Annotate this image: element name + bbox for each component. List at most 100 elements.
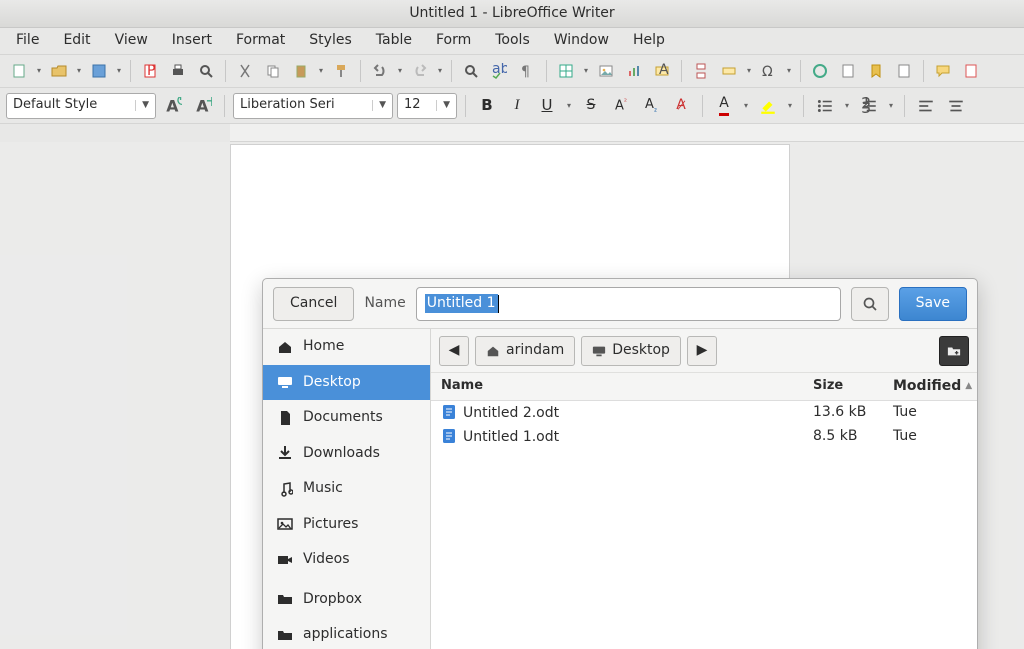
new-drop[interactable]: ▾ [34,58,44,84]
clone-formatting-icon[interactable] [328,58,354,84]
paste-icon[interactable] [288,58,314,84]
image-icon[interactable] [593,58,619,84]
place-music[interactable]: Music [263,471,430,507]
path-segment-home[interactable]: arindam [475,336,575,366]
copy-icon[interactable] [260,58,286,84]
open-drop[interactable]: ▾ [74,58,84,84]
odt-file-icon [441,404,457,420]
new-icon[interactable] [6,58,32,84]
place-dropbox[interactable]: Dropbox [263,582,430,618]
chart-icon[interactable] [621,58,647,84]
menu-window[interactable]: Window [544,29,619,53]
comment-icon[interactable] [930,58,956,84]
new-folder-button[interactable] [939,336,969,366]
symbol-icon[interactable]: Ω [756,58,782,84]
menu-format[interactable]: Format [226,29,295,53]
places-sidebar: Home Desktop Documents Downloads [263,329,431,649]
menu-table[interactable]: Table [366,29,422,53]
hyperlink-icon[interactable] [807,58,833,84]
bold-button[interactable]: B [474,93,500,119]
bookmark-icon[interactable] [863,58,889,84]
update-style-icon[interactable]: A↻ [160,93,186,119]
textbox-icon[interactable]: A [649,58,675,84]
open-icon[interactable] [46,58,72,84]
formatting-toolbar: Default Style ▼ A↻ A+ Liberation Seri ▼ … [0,88,1024,124]
formatting-marks-icon[interactable]: ¶ [514,58,540,84]
svg-text:+: + [205,97,212,110]
new-style-icon[interactable]: A+ [190,93,216,119]
strike-button[interactable]: S [578,93,604,119]
place-videos[interactable]: Videos [263,542,430,578]
save-button[interactable]: Save [899,287,967,321]
menu-insert[interactable]: Insert [162,29,222,53]
paragraph-style-combo[interactable]: Default Style ▼ [6,93,156,119]
cancel-button[interactable]: Cancel [273,287,354,321]
filename-input[interactable]: Untitled 1 [416,287,841,321]
highlight-button[interactable] [755,93,781,119]
svg-text:↻: ↻ [175,97,182,110]
file-row[interactable]: Untitled 2.odt 13.6 kB Tue [431,401,977,425]
align-left-button[interactable] [913,93,939,119]
find-icon[interactable] [458,58,484,84]
align-center-button[interactable] [943,93,969,119]
pictures-icon [277,516,293,532]
dialog-header: Cancel Name Untitled 1 Save [263,279,977,329]
file-row[interactable]: Untitled 1.odt 8.5 kB Tue [431,425,977,449]
menu-file[interactable]: File [6,29,49,53]
export-pdf-icon[interactable]: P [137,58,163,84]
place-pictures[interactable]: Pictures [263,507,430,543]
svg-text:abc: abc [492,63,507,77]
menu-styles[interactable]: Styles [299,29,361,53]
file-list[interactable]: Untitled 2.odt 13.6 kB Tue Untitled 1.od… [431,401,977,649]
save-drop[interactable]: ▾ [114,58,124,84]
save-icon[interactable] [86,58,112,84]
place-desktop[interactable]: Desktop [263,365,430,401]
menu-edit[interactable]: Edit [53,29,100,53]
bullet-list-button[interactable] [812,93,838,119]
col-modified[interactable]: Modified ▲ [883,378,977,396]
place-applications[interactable]: applications [263,617,430,649]
cut-icon[interactable] [232,58,258,84]
spellcheck-icon[interactable]: abc [486,58,512,84]
field-icon[interactable] [716,58,742,84]
pathbar: ◀ arindam Desktop ▶ [431,329,977,373]
font-size-value: 12 [404,97,430,113]
superscript-button[interactable]: A² [608,93,634,119]
svg-text:Ω: Ω [762,64,773,79]
col-name[interactable]: Name [431,378,803,394]
print-icon[interactable] [165,58,191,84]
place-documents[interactable]: Documents [263,400,430,436]
subscript-button[interactable]: A₂ [638,93,664,119]
print-preview-icon[interactable] [193,58,219,84]
menu-tools[interactable]: Tools [485,29,540,53]
index-icon[interactable] [891,58,917,84]
clear-formatting-icon[interactable]: A̷ [668,93,694,119]
place-home[interactable]: Home [263,329,430,365]
underline-button[interactable]: U [534,93,560,119]
font-color-button[interactable]: A [711,93,737,119]
search-icon [862,296,878,312]
menu-form[interactable]: Form [426,29,481,53]
font-size-combo[interactable]: 12 ▼ [397,93,457,119]
col-size[interactable]: Size [803,378,883,394]
track-changes-icon[interactable] [958,58,984,84]
svg-text:¶: ¶ [521,64,530,79]
undo-icon[interactable] [367,58,393,84]
path-prev-button[interactable]: ◀ [439,336,469,366]
table-icon[interactable] [553,58,579,84]
window-title: Untitled 1 - LibreOffice Writer [409,5,614,23]
paragraph-style-value: Default Style [13,97,129,113]
menu-help[interactable]: Help [623,29,675,53]
italic-button[interactable]: I [504,93,530,119]
footnote-icon[interactable] [835,58,861,84]
number-list-button[interactable]: 123 [856,93,882,119]
search-button[interactable] [851,287,889,321]
page-break-icon[interactable] [688,58,714,84]
path-segment-desktop[interactable]: Desktop [581,336,681,366]
font-name-combo[interactable]: Liberation Seri ▼ [233,93,393,119]
place-downloads[interactable]: Downloads [263,436,430,472]
sort-asc-icon: ▲ [965,381,972,392]
menu-view[interactable]: View [105,29,158,53]
path-next-button[interactable]: ▶ [687,336,717,366]
redo-icon[interactable] [407,58,433,84]
